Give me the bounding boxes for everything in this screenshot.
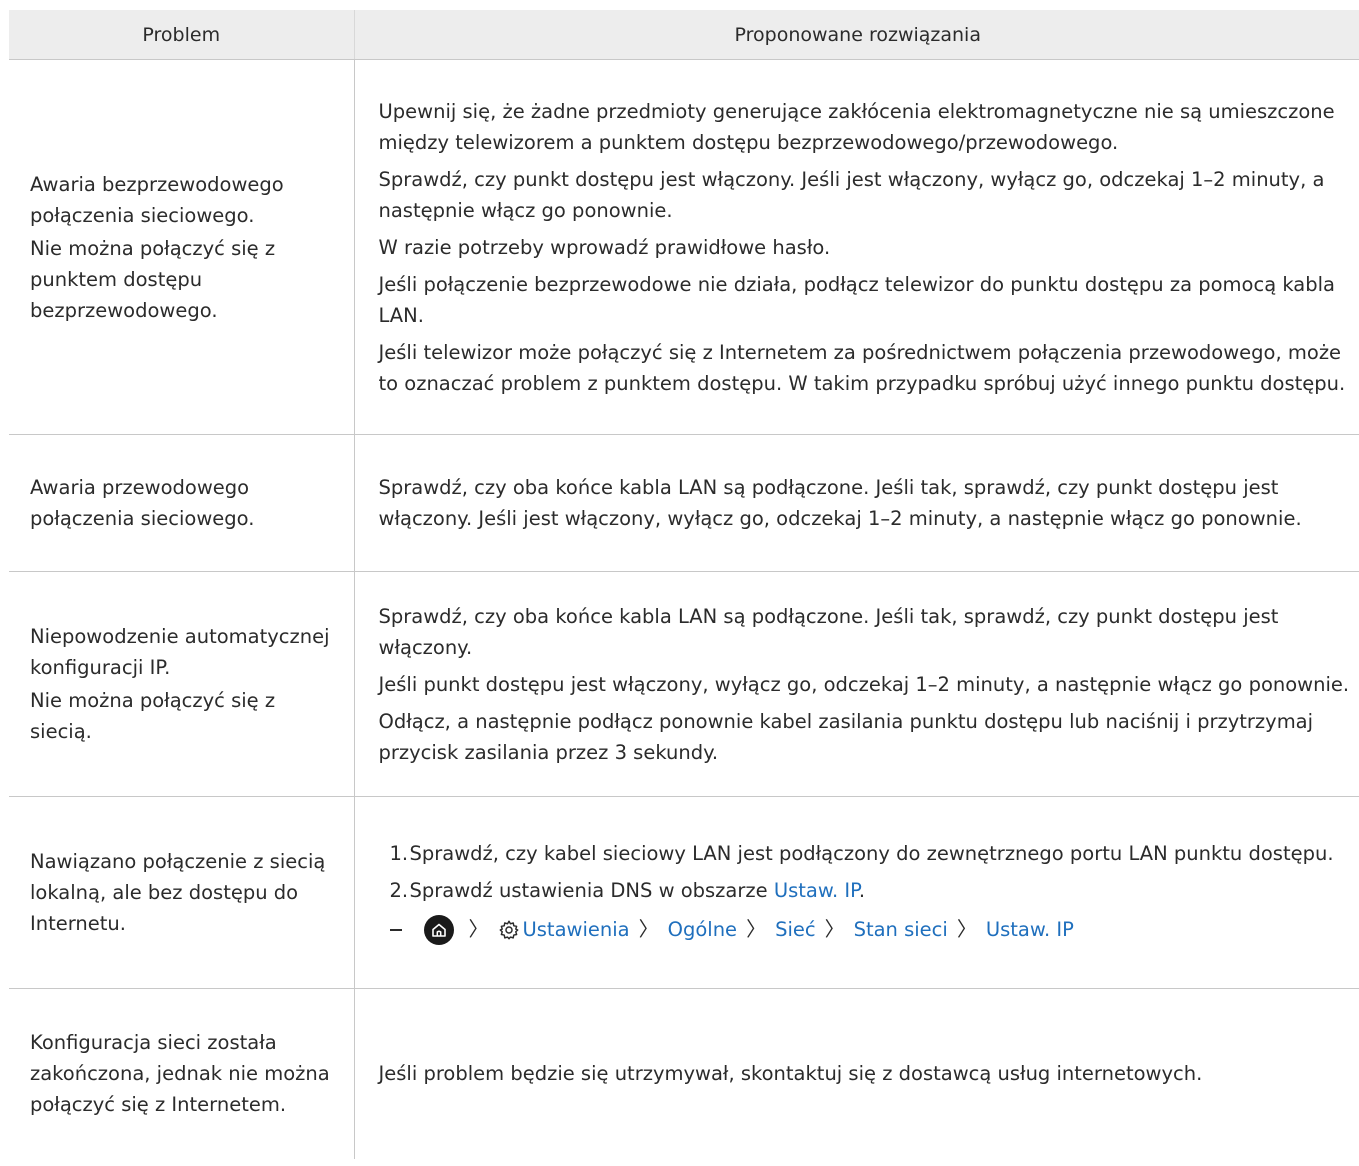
problem-text: Niepowodzenie automatycznej konfiguracji… [30,625,330,679]
path-separator: 〉 [468,917,489,941]
problem-cell: Awaria bezprzewodowego połączenia siecio… [9,59,355,435]
step-number: 2. [389,878,409,902]
problem-text: Nawiązano połączenie z siecią lokalną, a… [30,850,326,935]
table-row: Nawiązano połączenie z siecią lokalną, a… [9,796,1359,989]
problem-text: Nie można połączyć się z siecią. [30,689,276,743]
solution-text: Odłącz, a następnie podłącz ponownie kab… [378,709,1314,764]
path-item-network[interactable]: Sieć [775,914,816,945]
path-item-ip-settings[interactable]: Ustaw. IP [986,914,1074,945]
table-row: Awaria bezprzewodowego połączenia siecio… [9,59,1359,435]
solution-cell: Sprawdź, czy oba końce kabla LAN są podł… [354,571,1359,797]
header-problem: Problem [9,10,355,60]
gear-icon [498,919,520,941]
header-solutions: Proponowane rozwiązania [354,10,1359,60]
problem-text: Awaria bezprzewodowego połączenia siecio… [30,172,284,227]
path-item-general[interactable]: Ogólne [668,914,737,945]
problem-text: Awaria przewodowego połączenia siecioweg… [30,476,255,530]
path-separator: 〉 [956,917,977,941]
ip-settings-link[interactable]: Ustaw. IP [774,879,859,902]
solution-text: Sprawdź, czy oba końce kabla LAN są podł… [378,604,1279,659]
solution-text: Jeśli punkt dostępu jest włączony, wyłąc… [378,672,1350,696]
path-item-network-status[interactable]: Stan sieci [854,914,948,945]
table-row: Konfiguracja sieci została zakończona, j… [9,988,1359,1159]
problem-text: Konfiguracja sieci została zakończona, j… [30,1031,330,1117]
solution-text: Sprawdź, czy oba końce kabla LAN są podł… [378,476,1302,530]
step-item: 2. Sprawdź ustawienia DNS w obszarze Ust… [379,875,1356,906]
table-row: Niepowodzenie automatycznej konfiguracji… [9,571,1359,797]
step-number: 1. [389,841,409,865]
problem-cell: Konfiguracja sieci została zakończona, j… [9,988,355,1159]
dash-bullet [389,928,402,931]
troubleshooting-table: Problem Proponowane rozwiązania Awaria b… [9,10,1359,1159]
path-separator: 〉 [638,917,659,941]
step-text: Sprawdź, czy kabel sieciowy LAN jest pod… [409,841,1334,865]
solution-text: W razie potrzeby wprowadź prawidłowe has… [378,235,831,259]
step-text: Sprawdź ustawienia DNS w obszarze [409,878,774,902]
solution-text: Sprawdź, czy punkt dostępu jest włączony… [378,167,1325,222]
solution-cell: Jeśli problem będzie się utrzymywał, sko… [354,989,1359,1159]
solution-text: Jeśli połączenie bezprzewodowe nie dział… [378,272,1336,327]
path-separator: 〉 [746,917,767,941]
table-row: Awaria przewodowego połączenia siecioweg… [9,434,1359,572]
step-text-end: . [858,878,866,902]
solution-cell: 1. Sprawdź, czy kabel sieciowy LAN jest … [354,796,1359,989]
solution-text: Jeśli telewizor może połączyć się z Inte… [378,340,1346,395]
solution-text: Upewnij się, że żadne przedmioty generuj… [378,99,1335,154]
solution-text: Jeśli problem będzie się utrzymywał, sko… [378,1062,1203,1086]
problem-cell: Awaria przewodowego połączenia siecioweg… [9,434,355,572]
home-icon[interactable] [423,914,454,945]
problem-cell: Nawiązano połączenie z siecią lokalną, a… [9,796,355,989]
path-separator: 〉 [824,917,845,941]
solution-cell: Upewnij się, że żadne przedmioty generuj… [354,59,1359,435]
problem-text: Nie można połączyć się z punktem dostępu… [30,236,276,322]
step-item: 1. Sprawdź, czy kabel sieciowy LAN jest … [379,838,1356,869]
path-item-settings[interactable]: Ustawienia [523,914,630,945]
solution-cell: Sprawdź, czy oba końce kabla LAN są podł… [354,434,1359,572]
menu-path: 〉 Ustawienia 〉 Ogólne 〉 Sieć 〉 Stan siec… [389,912,1356,948]
problem-cell: Niepowodzenie automatycznej konfiguracji… [9,571,355,797]
table-header-row: Problem Proponowane rozwiązania [9,10,1359,60]
